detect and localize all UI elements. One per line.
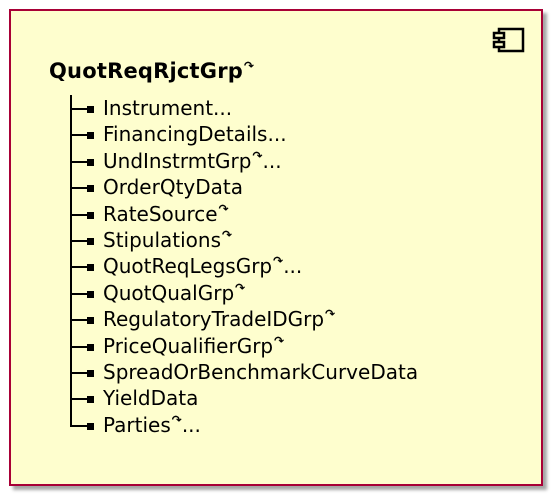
tree-branch (70, 266, 88, 268)
member-bullet (87, 317, 94, 324)
tree-branch (70, 372, 88, 374)
member-item: UndInstrmtGrp↷... (103, 149, 282, 173)
member-bullet (87, 264, 94, 271)
tree-branch (70, 161, 88, 163)
member-label: RateSource (103, 202, 218, 226)
repeat-icon: ↷ (218, 202, 229, 216)
tree-branch (70, 108, 88, 110)
repeat-icon: ↷ (252, 149, 263, 163)
member-item: FinancingDetails... (103, 122, 287, 146)
member-item: RegulatoryTradeIDGrp↷ (103, 307, 335, 331)
tree-branch (70, 346, 88, 348)
member-item: PriceQualifierGrp↷ (103, 334, 284, 358)
tree-branch (70, 398, 88, 400)
collapsed-ellipsis: ... (213, 96, 233, 120)
repeat-icon: ↷ (273, 254, 284, 268)
member-label: FinancingDetails (103, 122, 268, 146)
member-label: QuotReqLegsGrp (103, 254, 273, 278)
member-bullet (87, 238, 94, 245)
member-item: YieldData (103, 386, 198, 410)
collapsed-ellipsis: ... (267, 122, 287, 146)
member-item: Instrument... (103, 96, 232, 120)
member-label: UndInstrmtGrp (103, 149, 252, 173)
collapsed-ellipsis: ... (181, 413, 201, 437)
repeat-icon: ↷ (222, 228, 233, 242)
tree-branch (70, 293, 88, 295)
member-item: QuotQualGrp↷ (103, 281, 245, 305)
tree-trunk (70, 95, 72, 427)
member-bullet (87, 344, 94, 351)
member-label: YieldData (103, 386, 199, 410)
member-item: OrderQtyData (103, 175, 243, 199)
member-bullet (87, 396, 94, 403)
member-label: Stipulations (103, 228, 222, 252)
member-label: Instrument (103, 96, 214, 120)
member-bullet (87, 423, 94, 430)
member-item: Parties↷... (103, 413, 201, 437)
member-bullet (87, 159, 94, 166)
repeat-icon: ↷ (274, 334, 285, 348)
repeat-icon: ↷ (235, 281, 246, 295)
member-label: Parties (103, 413, 171, 437)
member-label: OrderQtyData (103, 175, 244, 199)
member-bullet (87, 185, 94, 192)
collapsed-ellipsis: ... (283, 254, 303, 278)
member-bullet (87, 370, 94, 377)
tree-branch (70, 425, 88, 427)
tree-branch (70, 319, 88, 321)
repeat-icon: ↷ (171, 413, 182, 427)
tree-branch (70, 187, 88, 189)
member-label: SpreadOrBenchmarkCurveData (103, 360, 419, 384)
member-tree: Instrument... FinancingDetails... UndInstr… (11, 11, 545, 488)
member-bullet (87, 132, 94, 139)
member-bullet (87, 291, 94, 298)
member-item: Stipulations↷ (103, 228, 232, 252)
collapsed-ellipsis: ... (262, 149, 282, 173)
member-label: PriceQualifierGrp (103, 334, 274, 358)
member-item: QuotReqLegsGrp↷... (103, 254, 302, 278)
repeat-icon: ↷ (325, 307, 336, 321)
member-bullet (87, 106, 94, 113)
component-box: QuotReqRjctGrp↷ Instrument... FinancingDe… (9, 9, 543, 486)
member-bullet (87, 212, 94, 219)
member-label: RegulatoryTradeIDGrp (103, 307, 325, 331)
tree-branch (70, 134, 88, 136)
member-item: RateSource↷ (103, 202, 229, 226)
member-item: SpreadOrBenchmarkCurveData (103, 360, 418, 384)
member-label: QuotQualGrp (103, 281, 235, 305)
tree-branch (70, 214, 88, 216)
tree-branch (70, 240, 88, 242)
